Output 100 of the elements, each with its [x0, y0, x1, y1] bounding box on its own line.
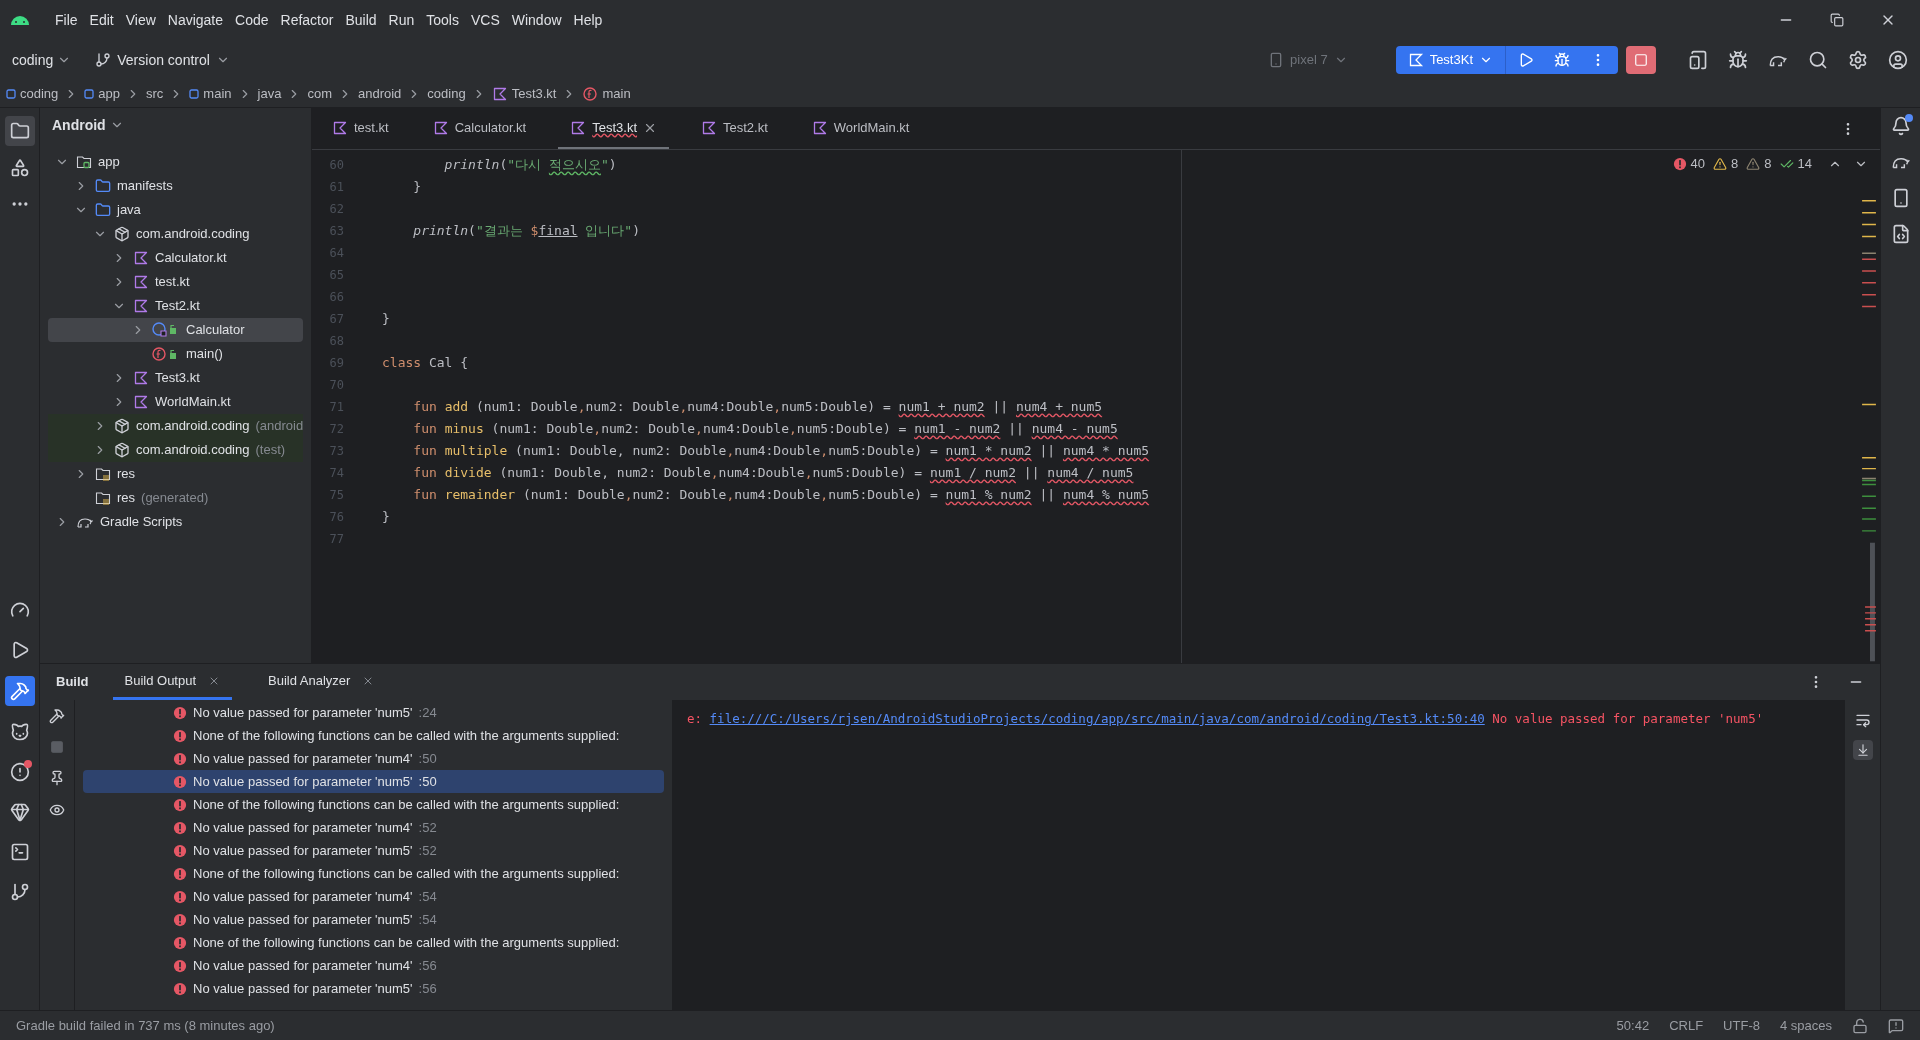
breadcrumb-item[interactable]: android — [357, 83, 402, 104]
tree-item[interactable]: Test2.kt — [48, 294, 303, 318]
tree-item[interactable]: res — [48, 462, 303, 486]
tree-item[interactable]: Calculator — [48, 318, 303, 342]
project-view-selector[interactable]: Android — [40, 108, 136, 142]
build-message[interactable]: None of the following functions can be called with the arguments supplied: — [83, 793, 664, 816]
breadcrumb-item[interactable]: main — [582, 83, 631, 104]
menu-item[interactable]: Run — [383, 5, 420, 35]
code-line: println("결과는 $final 입니다") — [412, 222, 641, 241]
error-icon — [173, 705, 187, 720]
gem-icon[interactable] — [9, 802, 30, 822]
line-ending[interactable]: CRLF — [1669, 1015, 1704, 1036]
tree-item[interactable]: WorldMain.kt — [48, 390, 303, 414]
run-icon[interactable] — [1518, 52, 1534, 68]
menu-item[interactable]: Help — [568, 5, 608, 35]
build-message[interactable]: None of the following functions can be called with the arguments supplied: — [83, 862, 664, 885]
cursor-position[interactable]: 50:42 — [1616, 1015, 1650, 1036]
editor-tab[interactable]: Calculator.kt — [420, 108, 539, 149]
tree-item[interactable]: com.android.coding (test) — [48, 438, 303, 462]
build-message[interactable]: No value passed for parameter 'num5' :52 — [83, 839, 664, 862]
file-link[interactable]: file:///C:/Users/rjsen/AndroidStudioProjects/coding/app/src/main/java/com/android/coding/Test3.kt:50:40 — [709, 711, 1485, 726]
git-branch-icon[interactable] — [9, 882, 30, 902]
cat-icon[interactable] — [9, 722, 30, 742]
tree-item[interactable]: main() — [48, 342, 303, 366]
menu-item[interactable]: Tools — [421, 5, 464, 35]
breadcrumb-item[interactable]: app — [84, 83, 120, 104]
menu-item[interactable]: Build — [340, 5, 382, 35]
indent-setting[interactable]: 4 spaces — [1779, 1015, 1832, 1036]
editor-tab[interactable]: Test3.kt — [558, 108, 670, 149]
tree-item[interactable]: manifests — [48, 174, 303, 198]
project-tool-button[interactable] — [4, 116, 35, 146]
version-control-menu[interactable]: Version control — [95, 49, 230, 71]
tree-item[interactable]: app — [48, 150, 303, 174]
notifications-icon[interactable] — [1890, 116, 1911, 136]
build-message[interactable]: No value passed for parameter 'num4' :52 — [83, 816, 664, 839]
tree-item[interactable]: res (generated) — [48, 486, 303, 510]
account-icon[interactable] — [1888, 50, 1908, 70]
scroll-to-end-button[interactable] — [1852, 740, 1873, 760]
build-message[interactable]: No value passed for parameter 'num5' :54 — [83, 908, 664, 931]
tree-item[interactable]: com.android.coding (android — [48, 414, 303, 438]
menu-item[interactable]: Window — [506, 5, 567, 35]
tree-item[interactable]: test.kt — [48, 270, 303, 294]
breadcrumb-item[interactable]: java — [257, 83, 282, 104]
menu-item[interactable]: Edit — [84, 5, 119, 35]
editor-tab[interactable]: WorldMain.kt — [799, 108, 922, 149]
weak-warning-count[interactable]: 8 — [1746, 154, 1772, 174]
menu-item[interactable]: Refactor — [275, 5, 339, 35]
menu-item[interactable]: Navigate — [162, 5, 229, 35]
stop-button[interactable] — [1626, 46, 1656, 74]
breadcrumb-item[interactable]: coding — [6, 83, 59, 104]
menu-item[interactable]: Code — [230, 5, 274, 35]
breadcrumb-item[interactable]: Test3.kt — [491, 83, 557, 104]
unlock-icon[interactable] — [1852, 1017, 1868, 1034]
warning-count[interactable]: 8 — [1713, 154, 1739, 174]
run-configuration-selector[interactable]: Test3Kt — [1395, 46, 1506, 74]
editor-tab[interactable]: test.kt — [320, 108, 401, 149]
build-message[interactable]: No value passed for parameter 'num4' :56 — [83, 954, 664, 977]
error-count[interactable]: 40 — [1672, 154, 1706, 174]
eye-icon[interactable] — [49, 802, 65, 818]
build-message[interactable]: None of the following functions can be called with the arguments supplied: — [83, 931, 664, 954]
pin-icon[interactable] — [49, 770, 65, 786]
file-encoding[interactable]: UTF-8 — [1723, 1015, 1760, 1036]
project-selector[interactable]: coding — [12, 49, 72, 71]
panel-tab[interactable]: Build Analyzer — [256, 664, 387, 700]
build-tool-button[interactable] — [4, 676, 35, 706]
tree-item[interactable]: com.android.coding — [48, 222, 303, 246]
kotlin-file-icon — [133, 250, 149, 266]
breadcrumb-item[interactable]: com — [307, 83, 332, 104]
tree-item[interactable]: Gradle Scripts — [48, 510, 303, 534]
build-message[interactable]: No value passed for parameter 'num5' :50 — [83, 770, 664, 793]
build-message[interactable]: No value passed for parameter 'num5' :56 — [83, 977, 664, 1000]
tree-item[interactable]: java — [48, 198, 303, 222]
soft-wrap-icon[interactable] — [1854, 712, 1871, 728]
settings-icon[interactable] — [1848, 50, 1868, 70]
feedback-icon[interactable] — [1888, 1017, 1904, 1034]
search-icon[interactable] — [1808, 50, 1828, 70]
typo-count[interactable]: 14 — [1779, 154, 1812, 174]
restore-icon[interactable] — [1830, 13, 1844, 27]
build-message[interactable]: No value passed for parameter 'num4' :50 — [83, 747, 664, 770]
breadcrumb-item[interactable]: main — [189, 83, 232, 104]
menu-item[interactable]: File — [50, 5, 83, 35]
menu-item[interactable]: VCS — [465, 5, 505, 35]
tree-item[interactable]: Calculator.kt — [48, 246, 303, 270]
menu-item[interactable]: View — [120, 5, 161, 35]
gauge-icon[interactable] — [9, 600, 30, 620]
build-message[interactable]: None of the following functions can be called with the arguments supplied: — [83, 724, 664, 747]
tree-item[interactable]: Test3.kt — [48, 366, 303, 390]
problems-icon[interactable] — [9, 762, 30, 782]
editor-tab[interactable]: Test2.kt — [689, 108, 780, 149]
terminal-icon[interactable] — [9, 842, 30, 862]
debug-icon[interactable] — [1554, 52, 1570, 68]
build-message[interactable]: No value passed for parameter 'num4' :54 — [83, 885, 664, 908]
breadcrumb-item[interactable]: coding — [427, 83, 466, 104]
build-message[interactable]: No value passed for parameter 'num5' :24 — [83, 701, 664, 724]
hammer-icon[interactable] — [49, 708, 65, 724]
bug-icon[interactable] — [1728, 50, 1748, 70]
device-mirror-icon[interactable] — [1688, 50, 1708, 70]
breadcrumb-item[interactable]: src — [146, 83, 164, 104]
panel-tab[interactable]: Build Output — [112, 664, 233, 700]
shapes-icon[interactable] — [9, 158, 30, 178]
